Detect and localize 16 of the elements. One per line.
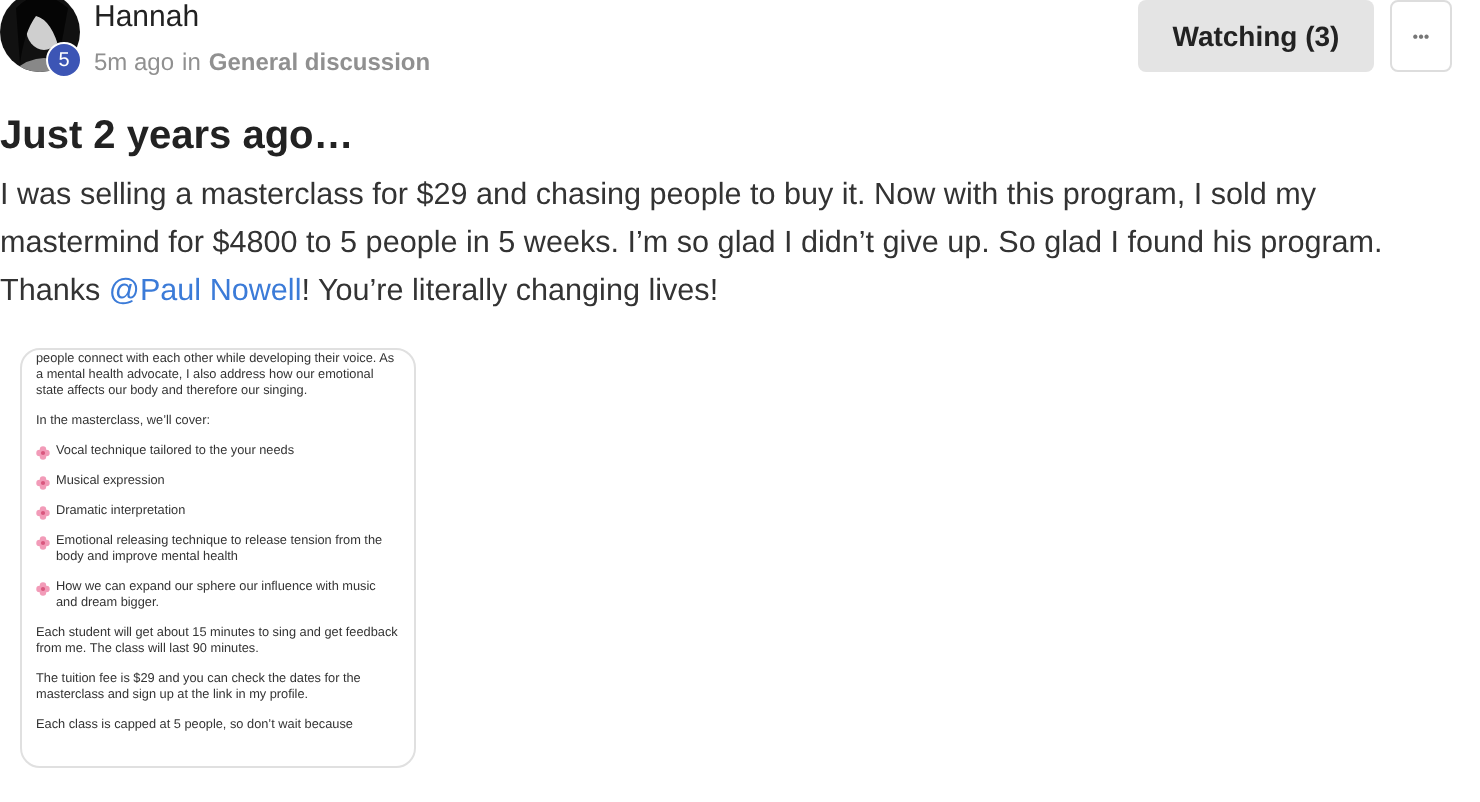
post-title: Just 2 years ago… bbox=[0, 112, 356, 160]
author-name[interactable]: Hannah bbox=[94, 0, 431, 36]
more-button[interactable]: ••• bbox=[1390, 0, 1452, 72]
category-link[interactable]: General discussion bbox=[208, 48, 431, 76]
flower-icon bbox=[36, 475, 50, 489]
attachment-image[interactable] bbox=[20, 348, 416, 768]
flower-icon bbox=[36, 505, 50, 519]
post-time: 5m ago bbox=[94, 48, 175, 76]
flower-icon bbox=[36, 445, 50, 459]
watching-button[interactable]: Watching (3) bbox=[1138, 0, 1374, 72]
level-badge: 5 bbox=[46, 42, 82, 78]
post-body: I was selling a masterclass for $29 and chasing people to buy it. Now with this program, I sold my mastermind for $4800 to 5 people in 5 weeks. I’m so glad I didn’t give up. So glad I found his program. Thanks @Paul Nowell! You’re literally changing lives! bbox=[0, 176, 1385, 312]
mention-link[interactable]: @Paul Nowell bbox=[108, 274, 302, 308]
flower-icon bbox=[36, 581, 50, 595]
in-label: in bbox=[182, 48, 201, 76]
flower-icon bbox=[36, 535, 50, 549]
